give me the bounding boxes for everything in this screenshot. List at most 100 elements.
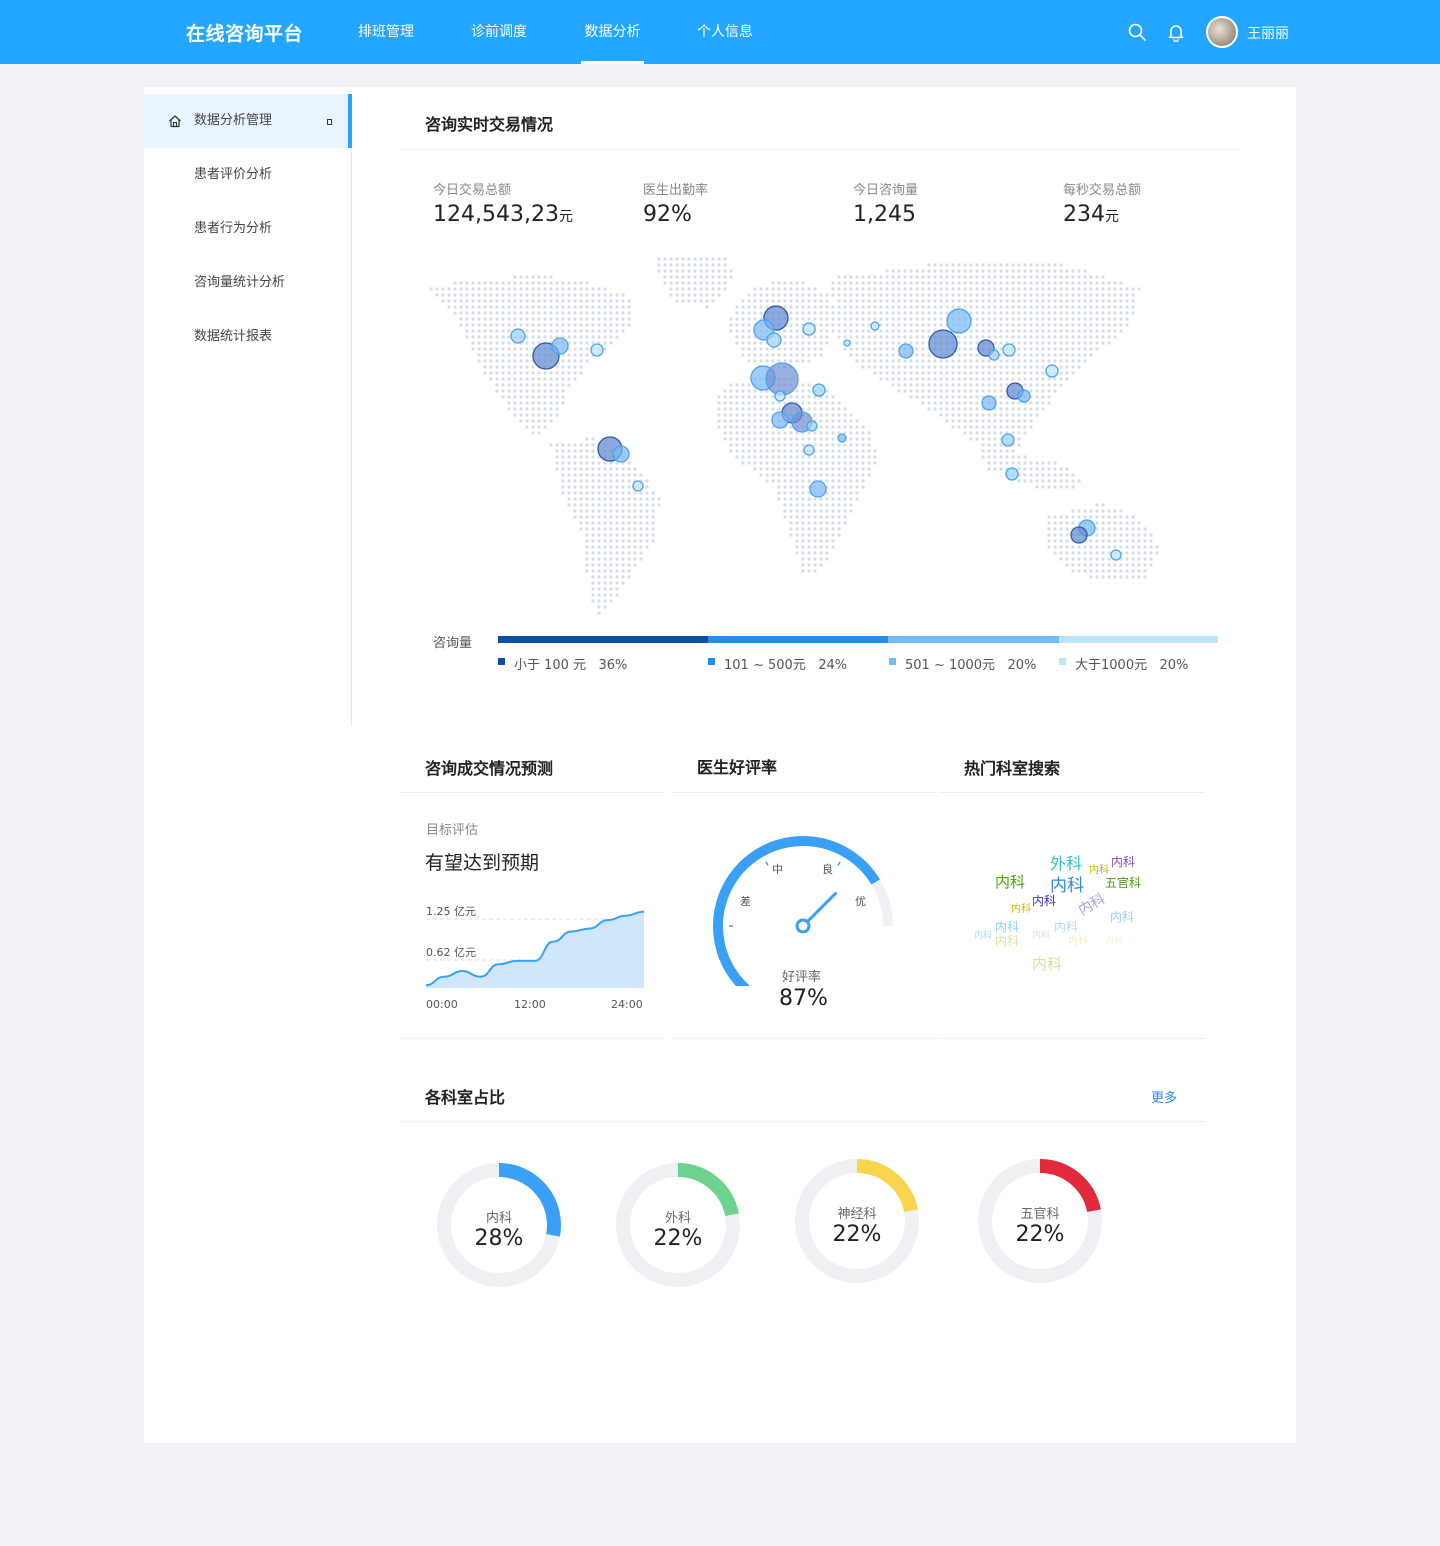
map-dot xyxy=(999,455,1003,459)
map-dot xyxy=(579,455,583,459)
map-dot xyxy=(837,461,841,465)
sidebar-item-data-analysis[interactable]: 数据分析管理 xyxy=(144,94,352,148)
collapse-icon[interactable] xyxy=(327,119,332,125)
map-dot xyxy=(1065,317,1069,321)
brand-title[interactable]: 在线咨询平台 xyxy=(186,19,303,46)
nav-data-analysis[interactable]: 数据分析 xyxy=(581,0,644,64)
map-dot xyxy=(573,371,577,375)
map-dot xyxy=(843,413,847,417)
map-dot xyxy=(471,341,475,345)
map-dot xyxy=(1017,359,1021,363)
map-dot xyxy=(849,491,853,495)
map-dot xyxy=(957,419,961,423)
map-dot xyxy=(1035,281,1039,285)
sidebar-item-consult-stats[interactable]: 咨询量统计分析 xyxy=(144,256,351,310)
map-dot xyxy=(909,269,913,273)
word-cloud-word[interactable]: 内科 xyxy=(1032,932,1050,941)
map-dot xyxy=(939,371,943,375)
map-dot xyxy=(1077,365,1081,369)
sidebar-item-patient-behavior[interactable]: 患者行为分析 xyxy=(144,202,351,256)
map-dot xyxy=(501,323,505,327)
map-dot xyxy=(1035,365,1039,369)
word-cloud-word[interactable]: 内科 xyxy=(1032,895,1056,907)
map-dot xyxy=(675,275,679,279)
map-dot xyxy=(573,287,577,291)
word-cloud-word[interactable]: 五官科 xyxy=(1105,877,1141,889)
map-dot xyxy=(861,479,865,483)
map-dot xyxy=(855,317,859,321)
word-cloud-word[interactable]: 内科 xyxy=(995,935,1019,947)
map-dot xyxy=(555,443,559,447)
map-dot xyxy=(615,593,619,597)
map-dot xyxy=(981,383,985,387)
map-dot xyxy=(855,323,859,327)
map-dot xyxy=(1125,557,1129,561)
map-dot xyxy=(1035,479,1039,483)
map-dot xyxy=(675,257,679,261)
map-dot xyxy=(597,497,601,501)
map-dot xyxy=(555,323,559,327)
map-dot xyxy=(567,371,571,375)
word-cloud-word[interactable]: 内科 xyxy=(1050,878,1084,895)
word-cloud-word[interactable]: 内科 xyxy=(995,921,1019,933)
map-dot xyxy=(1071,515,1075,519)
map-dot xyxy=(1059,305,1063,309)
map-dot xyxy=(1071,341,1075,345)
avatar[interactable] xyxy=(1206,16,1238,48)
map-dot xyxy=(1017,371,1021,375)
map-dot xyxy=(975,431,979,435)
bell-icon[interactable] xyxy=(1166,22,1186,42)
word-cloud-word[interactable]: 内科 xyxy=(1068,937,1088,947)
word-cloud-word[interactable]: 内科 xyxy=(1032,957,1062,972)
word-cloud-word[interactable]: 内科 xyxy=(1011,905,1031,915)
username[interactable]: 王丽丽 xyxy=(1247,23,1289,43)
map-dot xyxy=(1119,527,1123,531)
word-cloud-word[interactable]: 内科 xyxy=(995,875,1025,890)
map-dot xyxy=(645,479,649,483)
map-dot xyxy=(519,293,523,297)
map-bubble xyxy=(1070,526,1088,544)
word-cloud-word[interactable]: 外科 xyxy=(1050,856,1082,872)
map-dot xyxy=(603,527,607,531)
map-dot xyxy=(1017,263,1021,267)
more-link[interactable]: 更多 xyxy=(1151,1087,1177,1106)
nav-dispatch[interactable]: 诊前调度 xyxy=(471,0,527,64)
nav-profile[interactable]: 个人信息 xyxy=(697,0,753,64)
map-dot xyxy=(531,335,535,339)
nav-schedule[interactable]: 排班管理 xyxy=(358,0,414,64)
map-dot xyxy=(1113,281,1117,285)
word-cloud-word[interactable]: 内科 xyxy=(1054,921,1078,933)
map-dot xyxy=(1005,377,1009,381)
gauge-scale-label: 优 xyxy=(855,895,866,908)
map-dot xyxy=(969,353,973,357)
word-cloud-word[interactable]: 内科 xyxy=(1089,866,1109,876)
map-dot xyxy=(585,485,589,489)
map-dot xyxy=(543,377,547,381)
word-cloud-word[interactable]: 内科 xyxy=(1110,911,1134,923)
map-dot xyxy=(969,311,973,315)
map-dot xyxy=(723,407,727,411)
map-dot xyxy=(993,389,997,393)
map-dot xyxy=(1023,413,1027,417)
map-dot xyxy=(1047,335,1051,339)
sidebar-item-patient-review[interactable]: 患者评价分析 xyxy=(144,148,351,202)
word-cloud-word[interactable]: 内科 xyxy=(1105,937,1123,946)
word-cloud-word[interactable]: 内科 xyxy=(1111,856,1135,868)
x-tick-label: 00:00 xyxy=(426,998,458,1011)
word-cloud-word[interactable]: 内科 xyxy=(974,932,992,941)
map-dot xyxy=(621,533,625,537)
map-dot xyxy=(705,257,709,261)
map-dot xyxy=(807,311,811,315)
gauge-value: 87% xyxy=(779,986,828,1011)
map-dot xyxy=(1047,347,1051,351)
map-dot xyxy=(603,479,607,483)
sidebar-item-report[interactable]: 数据统计报表 xyxy=(144,310,351,364)
map-dot xyxy=(519,419,523,423)
map-dot xyxy=(483,359,487,363)
map-dot xyxy=(981,281,985,285)
map-dot xyxy=(777,347,781,351)
search-icon[interactable] xyxy=(1127,22,1147,42)
map-dot xyxy=(813,527,817,531)
map-dot xyxy=(675,293,679,297)
map-dot xyxy=(909,311,913,315)
